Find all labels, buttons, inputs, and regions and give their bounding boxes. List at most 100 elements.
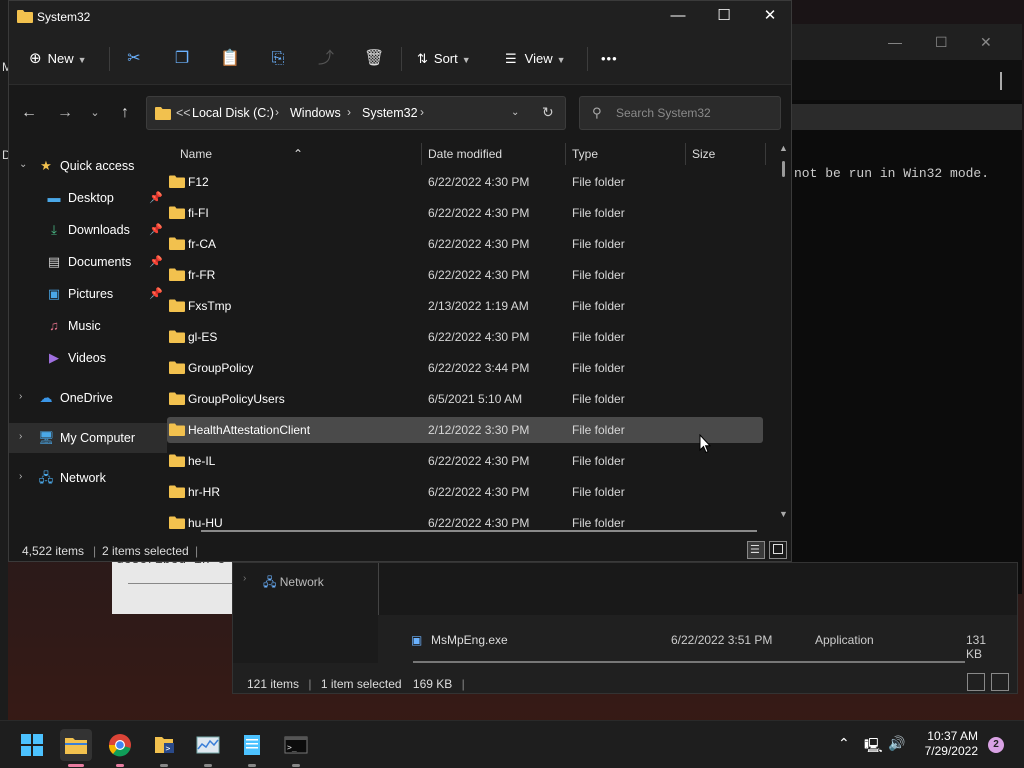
file-row[interactable]: F12 6/22/2022 4:30 PM File folder bbox=[167, 169, 763, 195]
search-box[interactable]: ⚲ bbox=[579, 96, 781, 130]
column-divider[interactable] bbox=[565, 143, 566, 165]
file-explorer-window[interactable]: System32 — ☐ ✕ ⊕ New ▼ ✂ ❐ 📋 ⎘ ⤴ 🗑 ⇅ Sort ▼ … bbox=[8, 0, 792, 562]
scroll-down-icon[interactable]: ▼ bbox=[779, 509, 788, 519]
sort-button[interactable]: ⇅ Sort ▼ bbox=[417, 47, 471, 71]
nav-item-my-computer[interactable]: › 🖥 My Computer bbox=[9, 423, 167, 453]
nav-item-desktop[interactable]: ▬ Desktop 📌 bbox=[9, 183, 167, 213]
console-titlebar[interactable]: — ☐ ✕ bbox=[792, 24, 1022, 60]
back-button[interactable]: ← bbox=[17, 101, 41, 125]
console-scrollbar[interactable] bbox=[1000, 72, 1002, 90]
taskbar-notepad[interactable] bbox=[236, 729, 268, 767]
copy-icon[interactable]: ❐ bbox=[172, 49, 192, 69]
show-hidden-icons-chevron-icon[interactable]: ⌃ bbox=[838, 735, 850, 752]
nav-item-documents[interactable]: ▤ Documents 📌 bbox=[9, 247, 167, 277]
close-icon[interactable]: ✕ bbox=[980, 34, 992, 51]
chevron-down-icon[interactable]: ⌄ bbox=[511, 107, 519, 118]
up-button[interactable]: ↑ bbox=[113, 101, 137, 125]
volume-icon[interactable]: 🔊 bbox=[888, 735, 905, 752]
nav-item-videos[interactable]: ▶ Videos bbox=[9, 343, 167, 373]
breadcrumb-windows[interactable]: Windows bbox=[290, 106, 341, 120]
details-view-icon[interactable] bbox=[966, 673, 985, 691]
close-button[interactable]: ✕ bbox=[747, 1, 793, 33]
taskbar-chrome[interactable] bbox=[104, 729, 136, 767]
chevron-right-icon[interactable]: › bbox=[19, 471, 22, 482]
taskbar-resource-monitor[interactable] bbox=[192, 729, 224, 767]
file-row[interactable]: fi-FI 6/22/2022 4:30 PM File folder bbox=[167, 200, 763, 226]
nav-item-network[interactable]: › 🖧 Network bbox=[9, 463, 167, 493]
maximize-icon[interactable]: ☐ bbox=[935, 34, 948, 51]
search-input[interactable] bbox=[616, 103, 766, 123]
column-divider[interactable] bbox=[421, 143, 422, 165]
chevron-right-icon[interactable]: › bbox=[420, 105, 424, 119]
chevron-right-icon[interactable]: › bbox=[19, 391, 22, 402]
chevron-right-icon[interactable]: › bbox=[19, 431, 22, 442]
breadcrumb-system32[interactable]: System32 bbox=[362, 106, 418, 120]
tiles-view-icon[interactable] bbox=[991, 673, 1009, 691]
chevron-right-icon[interactable]: › bbox=[243, 573, 246, 584]
delete-icon[interactable]: 🗑 bbox=[364, 49, 384, 69]
column-divider[interactable] bbox=[765, 143, 766, 165]
forward-button[interactable]: → bbox=[53, 101, 77, 125]
file-row[interactable]: hu-HU 6/22/2022 4:30 PM File folder bbox=[167, 510, 763, 531]
paste-icon[interactable]: 📋 bbox=[220, 49, 240, 69]
file-row[interactable]: ▣ MsMpEng.exe 6/22/2022 3:51 PM Applicat… bbox=[411, 633, 1001, 661]
script-folder-icon: > bbox=[155, 737, 174, 753]
minimize-button[interactable]: — bbox=[655, 1, 701, 33]
column-header-type[interactable]: Type bbox=[572, 147, 598, 161]
nav-item-downloads[interactable]: ⤓ Downloads 📌 bbox=[9, 215, 167, 245]
nav-item-pictures[interactable]: ▣ Pictures 📌 bbox=[9, 279, 167, 309]
nav-item-network[interactable]: 🖧 Network bbox=[263, 573, 324, 594]
breadcrumb-local-disk[interactable]: Local Disk (C:) bbox=[192, 106, 274, 120]
more-options-button[interactable]: ••• bbox=[601, 47, 618, 71]
chevron-right-icon[interactable]: › bbox=[347, 105, 351, 119]
notification-badge[interactable]: 2 bbox=[988, 737, 1004, 753]
file-row[interactable]: fr-FR 6/22/2022 4:30 PM File folder bbox=[167, 262, 763, 288]
file-row[interactable]: gl-ES 6/22/2022 4:30 PM File folder bbox=[167, 324, 763, 350]
file-row[interactable]: FxsTmp 2/13/2022 1:19 AM File folder bbox=[167, 293, 763, 319]
horizontal-scrollbar[interactable] bbox=[201, 530, 757, 532]
share-icon[interactable]: ⤴ bbox=[316, 49, 336, 69]
column-header-size[interactable]: Size bbox=[692, 147, 715, 161]
command-bar: ⊕ New ▼ ✂ ❐ 📋 ⎘ ⤴ 🗑 ⇅ Sort ▼ ☰ View ▼ ••• bbox=[9, 33, 791, 85]
view-button[interactable]: ☰ View ▼ bbox=[505, 47, 566, 71]
taskbar-terminal[interactable]: >_ bbox=[280, 729, 312, 767]
breadcrumb-overflow[interactable]: << bbox=[176, 106, 191, 120]
rename-icon[interactable]: ⎘ bbox=[268, 49, 288, 69]
scroll-thumb[interactable] bbox=[782, 161, 785, 177]
column-header-date[interactable]: Date modified bbox=[428, 147, 502, 161]
scroll-up-icon[interactable]: ▲ bbox=[779, 143, 788, 153]
refresh-icon[interactable]: ↻ bbox=[542, 104, 554, 121]
recent-locations-button[interactable]: ⌄ bbox=[83, 101, 107, 125]
background-explorer-window[interactable]: › 🖧 Network ▣ MsMpEng.exe 6/22/2022 3:51… bbox=[232, 562, 1018, 694]
nav-item-quick-access[interactable]: ⌄ ★ Quick access bbox=[9, 151, 167, 181]
nav-item-music[interactable]: ♫ Music bbox=[9, 311, 167, 341]
start-button[interactable] bbox=[16, 729, 48, 761]
background-console-window[interactable]: — ☐ ✕ not be run in Win32 mode. bbox=[792, 24, 1022, 594]
vertical-scrollbar[interactable]: ▲ ▼ bbox=[779, 141, 789, 521]
nav-item-onedrive[interactable]: › ☁ OneDrive bbox=[9, 383, 167, 413]
details-view-button[interactable]: ☰ bbox=[747, 541, 765, 559]
file-row[interactable]: fr-CA 6/22/2022 4:30 PM File folder bbox=[167, 231, 763, 257]
file-row[interactable]: GroupPolicyUsers 6/5/2021 5:10 AM File fol… bbox=[167, 386, 763, 412]
tiles-view-button[interactable] bbox=[769, 541, 787, 559]
chevron-right-icon[interactable]: › bbox=[275, 105, 279, 119]
minimize-icon[interactable]: — bbox=[888, 34, 902, 50]
maximize-button[interactable]: ☐ bbox=[701, 1, 747, 33]
chevron-down-icon[interactable]: ⌄ bbox=[19, 159, 27, 170]
file-row[interactable]: HealthAttestationClient 2/12/2022 3:30 PM… bbox=[167, 417, 763, 443]
title-bar[interactable]: System32 — ☐ ✕ bbox=[9, 1, 791, 33]
address-bar[interactable]: << Local Disk (C:) › Windows › System32 … bbox=[146, 96, 566, 130]
file-row[interactable]: hr-HR 6/22/2022 4:30 PM File folder bbox=[167, 479, 763, 505]
column-divider[interactable] bbox=[685, 143, 686, 165]
horizontal-scrollbar[interactable] bbox=[413, 661, 965, 663]
taskbar-file-explorer[interactable] bbox=[60, 729, 92, 767]
file-row[interactable]: he-IL 6/22/2022 4:30 PM File folder bbox=[167, 448, 763, 474]
new-button[interactable]: ⊕ New ▼ bbox=[29, 47, 87, 71]
network-status-icon[interactable]: 🖳 bbox=[864, 735, 883, 759]
file-list[interactable]: ⌃ Name Date modified Type Size F12 6/22/2… bbox=[167, 141, 785, 531]
column-header-name[interactable]: Name bbox=[180, 147, 212, 161]
cut-icon[interactable]: ✂ bbox=[124, 49, 144, 69]
file-row[interactable]: GroupPolicy 6/22/2022 3:44 PM File folder bbox=[167, 355, 763, 381]
taskbar-powershell-folder[interactable]: > bbox=[148, 729, 180, 767]
clock[interactable]: 10:37 AM 7/29/2022 bbox=[925, 729, 978, 759]
